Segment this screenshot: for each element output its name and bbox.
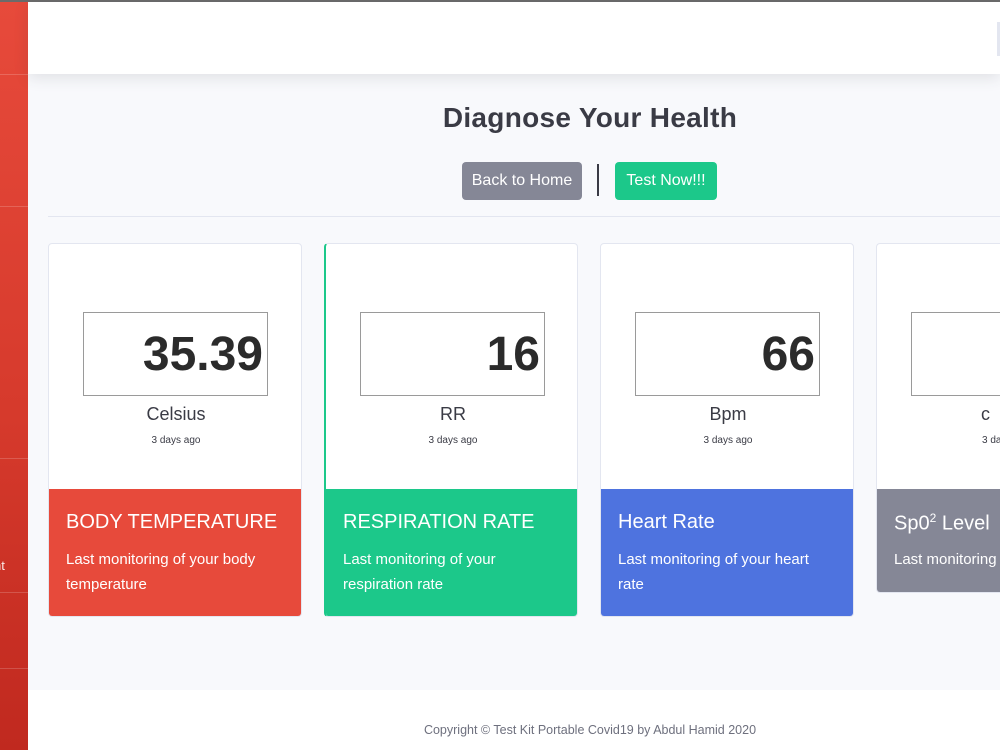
- heart-rate-card-description: Last monitoring of your heart rate: [618, 551, 809, 593]
- spo2-level-card: c 3 da Sp02 Level Last monitoring: [876, 243, 1000, 593]
- temperature-card-description: Last monitoring of your body temperature: [66, 551, 256, 593]
- page-title: Diagnose Your Health: [442, 102, 738, 133]
- spo2-timestamp: 3 da: [982, 435, 1000, 446]
- respiration-unit: RR: [440, 404, 466, 424]
- temperature-card-title: BODY TEMPERATURE: [66, 511, 278, 533]
- respiration-card-title: RESPIRATION RATE: [343, 511, 535, 533]
- temperature-unit: Celsius: [146, 404, 206, 424]
- sidebar: nt: [0, 2, 28, 750]
- back-to-home-button[interactable]: Back to Home: [462, 162, 582, 200]
- sidebar-divider: [0, 592, 28, 593]
- spo2-unit: c: [981, 404, 990, 424]
- heart-rate-unit: Bpm: [709, 404, 747, 424]
- sidebar-divider: [0, 458, 28, 459]
- temperature-timestamp: 3 days ago: [151, 435, 201, 446]
- respiration-timestamp: 3 days ago: [428, 435, 478, 446]
- spo2-value: [911, 312, 1000, 396]
- sidebar-divider: [0, 206, 28, 207]
- spo2-card-footer: Sp02 Level Last monitoring: [877, 489, 1000, 592]
- heart-rate-value: 66: [635, 312, 820, 396]
- horizontal-divider: [48, 216, 1000, 217]
- spo2-title-rest: Level: [936, 512, 990, 535]
- page-footer: Copyright © Test Kit Portable Covid19 by…: [28, 690, 1000, 750]
- copyright-text: Copyright © Test Kit Portable Covid19 by…: [423, 723, 757, 737]
- topbar: [28, 2, 1000, 74]
- respiration-value: 16: [360, 312, 545, 396]
- spo2-title-main: Sp0: [894, 512, 930, 535]
- sidebar-item-label[interactable]: nt: [0, 558, 28, 573]
- test-now-button[interactable]: Test Now!!!: [615, 162, 717, 200]
- button-separator: [597, 164, 599, 196]
- temperature-card-footer: BODY TEMPERATURE Last monitoring of your…: [49, 489, 301, 616]
- heart-rate-card-footer: Heart Rate Last monitoring of your heart…: [601, 489, 853, 616]
- sidebar-divider: [0, 668, 28, 669]
- body-temperature-card: 35.39 Celsius 3 days ago BODY TEMPERATUR…: [48, 243, 302, 617]
- sidebar-divider: [0, 74, 28, 75]
- main-content: Diagnose Your Health Back to Home Test N…: [28, 74, 1000, 690]
- heart-rate-timestamp: 3 days ago: [703, 435, 753, 446]
- heart-rate-card: 66 Bpm 3 days ago Heart Rate Last monito…: [600, 243, 854, 617]
- respiration-rate-card: 16 RR 3 days ago RESPIRATION RATE Last m…: [324, 243, 578, 617]
- spo2-card-title: Sp02 Level: [894, 511, 990, 536]
- respiration-card-footer: RESPIRATION RATE Last monitoring of your…: [326, 489, 577, 616]
- respiration-card-description: Last monitoring of your respiration rate: [343, 551, 496, 593]
- spo2-card-description: Last monitoring: [894, 551, 997, 568]
- temperature-value: 35.39: [83, 312, 268, 396]
- heart-rate-card-title: Heart Rate: [618, 511, 715, 533]
